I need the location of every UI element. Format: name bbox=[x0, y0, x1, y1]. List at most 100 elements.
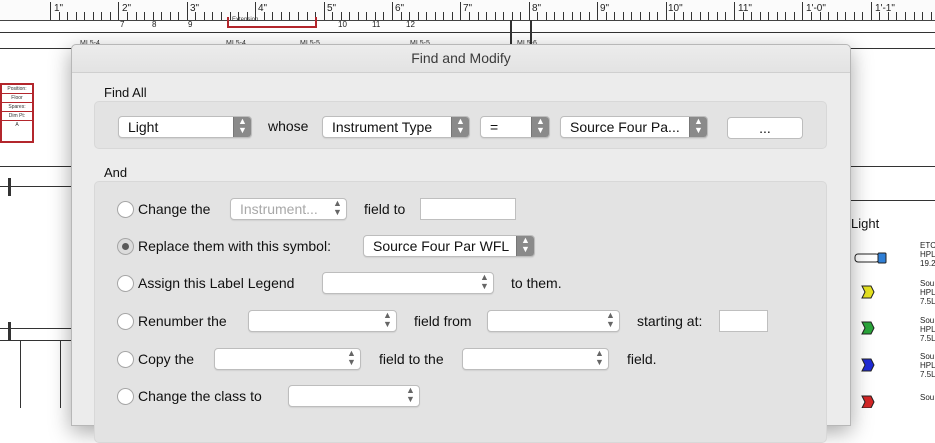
ruler-tick bbox=[913, 12, 915, 20]
popup-arrows-icon: ▲ ▼ bbox=[406, 385, 415, 404]
change-field-value-input[interactable] bbox=[420, 198, 516, 220]
popup-arrows-icon: ▲ ▼ bbox=[451, 117, 469, 137]
field-popup[interactable]: Instrument Type ▲ ▼ bbox=[322, 116, 470, 138]
legend-title: Light bbox=[851, 216, 880, 231]
ruler-tick bbox=[905, 12, 906, 20]
ruler-tick bbox=[161, 12, 163, 20]
ruler-label: 1'-0" bbox=[806, 3, 826, 14]
ruler-tick bbox=[494, 12, 496, 20]
ruler-tick bbox=[67, 12, 69, 20]
ruler-label: 2" bbox=[122, 3, 132, 14]
object-type-popup[interactable]: Light ▲ ▼ bbox=[118, 116, 252, 138]
ruler-tick bbox=[392, 2, 393, 20]
and-label: And bbox=[104, 165, 128, 180]
pipe-clamp bbox=[530, 20, 532, 46]
change-class-radio[interactable] bbox=[117, 388, 134, 405]
ruler-label: 7" bbox=[463, 3, 473, 14]
ruler-tick bbox=[802, 2, 804, 20]
ruler-tick bbox=[588, 12, 590, 20]
ruler-label: 8" bbox=[532, 3, 542, 14]
ruler-label: 5" bbox=[327, 3, 337, 14]
assign-legend-radio[interactable] bbox=[117, 275, 134, 292]
ruler-tick bbox=[203, 12, 205, 20]
operator-popup[interactable]: = ▲ ▼ bbox=[480, 116, 550, 138]
ruler-tick bbox=[409, 12, 411, 20]
and-group: Change the Instrument... ▲ ▼ field to Rep… bbox=[94, 181, 827, 443]
replace-symbol-radio[interactable] bbox=[117, 238, 134, 255]
ruler-tick bbox=[221, 12, 222, 20]
pipe-line bbox=[0, 340, 72, 341]
renumber-radio[interactable] bbox=[117, 313, 134, 330]
ruler-tick bbox=[716, 12, 718, 20]
copy-radio[interactable] bbox=[117, 351, 134, 368]
ruler-tick bbox=[75, 12, 77, 20]
ruler-tick bbox=[101, 12, 103, 20]
pipe-line bbox=[60, 340, 61, 408]
popup-arrows-icon: ▲ ▼ bbox=[606, 310, 615, 329]
legend-entry: Sou bbox=[920, 393, 935, 402]
ruler-tick bbox=[862, 12, 864, 20]
ruler-tick bbox=[169, 12, 171, 20]
ruler-tick bbox=[793, 12, 795, 20]
source-four-symbol-icon bbox=[861, 395, 875, 408]
ruler-label: 1'-1" bbox=[875, 3, 895, 14]
top-ruler: 1" 2" 3" 4" 5" 6" 7" 8" 9" 10" 11" 1'-0"… bbox=[0, 0, 935, 21]
dialog-title: Find and Modify bbox=[72, 45, 850, 73]
whose-label: whose bbox=[268, 118, 309, 134]
position-label: Position: bbox=[2, 85, 32, 94]
copy-prefix: Copy the bbox=[138, 351, 195, 367]
ruler-tick bbox=[597, 2, 599, 20]
value-popup[interactable]: Source Four Pa... ▲ ▼ bbox=[560, 116, 708, 138]
ruler-tick bbox=[699, 12, 701, 20]
assign-legend-prefix: Assign this Label Legend bbox=[138, 275, 295, 291]
starting-at-input[interactable] bbox=[719, 310, 768, 332]
pipe-clamp bbox=[8, 178, 11, 196]
legend-entry: Sou HPL 7.5L bbox=[920, 279, 935, 306]
label-legend-popup[interactable]: ▲ ▼ bbox=[322, 272, 494, 294]
ruler-tick bbox=[477, 12, 479, 20]
class-popup[interactable]: ▲ ▼ bbox=[288, 385, 420, 407]
change-field-radio[interactable] bbox=[117, 201, 134, 218]
source-four-symbol-icon bbox=[861, 358, 875, 372]
renumber-field-popup[interactable]: ▲ ▼ bbox=[248, 310, 397, 332]
ruler-tick bbox=[639, 12, 641, 20]
to-them-label: to them. bbox=[511, 275, 562, 291]
ruler-tick bbox=[434, 12, 436, 20]
copy-target-popup[interactable]: ▲ ▼ bbox=[462, 348, 609, 370]
field-suffix-label: field. bbox=[627, 351, 657, 367]
ruler-tick bbox=[178, 12, 180, 20]
ruler-tick bbox=[768, 12, 770, 20]
spares-label: Spares: bbox=[2, 103, 32, 112]
sub-label: 8 bbox=[152, 20, 157, 29]
legend-entry: Sou HPL 7.5L bbox=[920, 316, 935, 343]
ruler-tick bbox=[426, 12, 428, 20]
ruler-tick bbox=[374, 12, 376, 20]
ruler-tick bbox=[896, 12, 898, 20]
field-to-label: field to bbox=[364, 201, 406, 217]
ruler-tick bbox=[528, 2, 530, 20]
change-field-popup[interactable]: Instrument... ▲ ▼ bbox=[230, 198, 347, 220]
renumber-from-popup[interactable]: ▲ ▼ bbox=[487, 310, 620, 332]
find-and-modify-dialog: Find and Modify Find All Light ▲ ▼ whose … bbox=[71, 44, 851, 443]
source-four-symbol-icon bbox=[861, 285, 875, 299]
ruler-label: 9" bbox=[600, 3, 610, 14]
ruler-tick bbox=[708, 12, 710, 20]
ruler-label: 3" bbox=[190, 3, 200, 14]
symbol-popup[interactable]: Source Four Par WFL ▲ ▼ bbox=[363, 235, 535, 257]
ruler-tick bbox=[135, 12, 137, 20]
ruler-tick bbox=[545, 12, 547, 20]
ruler-tick bbox=[554, 12, 556, 20]
pipe-clamp bbox=[8, 322, 11, 340]
renumber-prefix: Renumber the bbox=[138, 313, 227, 329]
ruler-tick bbox=[836, 12, 838, 20]
popup-arrows-icon: ▲ ▼ bbox=[383, 310, 392, 329]
change-field-prefix: Change the bbox=[138, 201, 211, 217]
copy-source-popup[interactable]: ▲ ▼ bbox=[214, 348, 361, 370]
more-criteria-button[interactable]: ... bbox=[727, 117, 803, 139]
ruler-tick bbox=[520, 12, 522, 20]
dim-value: A bbox=[15, 122, 19, 128]
pipe-line bbox=[849, 200, 935, 201]
source-four-symbol-icon bbox=[861, 321, 875, 335]
field-from-label: field from bbox=[414, 313, 472, 329]
ruler-tick bbox=[622, 12, 624, 20]
